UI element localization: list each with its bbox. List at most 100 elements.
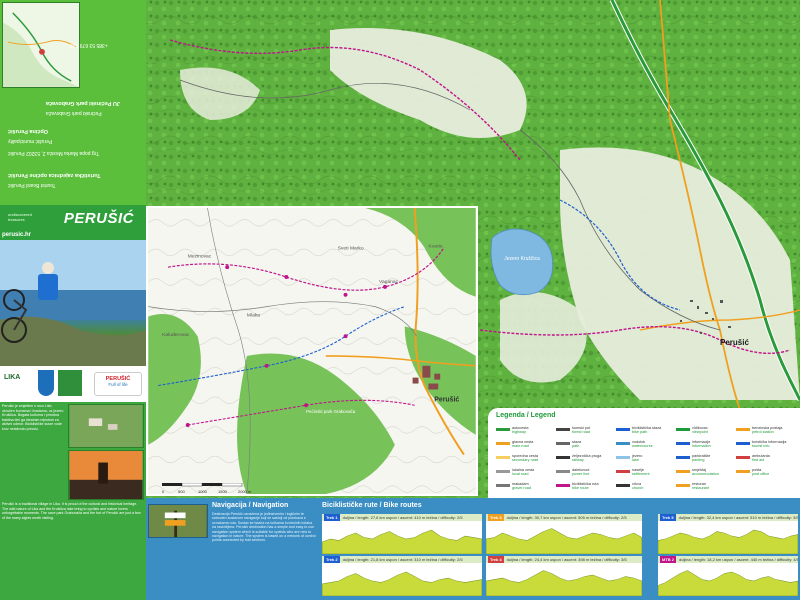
town-label: Perušić <box>720 338 749 347</box>
elevation-profile: Trek 3 duljina / length: 30,7 km uspon / … <box>486 514 642 554</box>
legend-swatch <box>616 456 630 459</box>
svg-text:1000: 1000 <box>198 489 208 494</box>
legend-item-label-en: information <box>692 444 711 449</box>
legend-item-label: lokalna cesta local road <box>512 468 556 477</box>
description-en: Perušić is a traditional village in Lika… <box>2 502 141 520</box>
legend-item-label: benzinska postaja petrol station <box>752 426 796 435</box>
track-label: Trek 5 <box>660 514 676 521</box>
legend-item-label: pošta post office <box>752 468 796 477</box>
legend-item-label-en: first aid <box>752 458 765 463</box>
place-label: Sveti Marko <box>338 245 364 251</box>
profile-area <box>322 571 482 596</box>
track-stats: duljina / length: 24,4 km uspon / ascent… <box>506 557 627 562</box>
legend-title: Legenda / Legend <box>496 412 556 419</box>
info-panel-header: +385 53 679 188 JU Pećinski park Grabova… <box>0 0 146 205</box>
legend-item-label: crkva church <box>632 482 676 491</box>
track-stats: duljina / length: 30,7 km uspon / ascent… <box>506 515 627 520</box>
navigation-title: Navigacija / Navigation <box>212 502 289 509</box>
legend-item-label-en: gravel road <box>512 486 531 491</box>
legend-swatch <box>736 470 750 473</box>
tourist-board-name: Turistička zajednica općine Perušić <box>8 172 101 178</box>
website-link[interactable]: perusic.hr <box>2 232 31 238</box>
sunset-fort-photo <box>68 450 144 500</box>
profile-header: Trek 2 duljina / length: 21,8 km uspon / … <box>322 556 482 563</box>
legend-item-label: glavna cesta main road <box>512 440 556 449</box>
description-panel: Perušić je smješten u srcu Like, okružen… <box>0 402 146 600</box>
tourist-board-name-en: Tourist Board Perušić <box>8 182 56 188</box>
track-label: Trek 4 <box>488 556 504 563</box>
legend-item-label-en: main road <box>512 444 529 449</box>
legend-item-label-en: watercourse <box>632 444 653 449</box>
legend-item-label: restoran restaurant <box>692 482 736 491</box>
profile-chart <box>322 571 482 596</box>
legend-item-label: željeznička pruga railway <box>572 454 616 463</box>
legend-swatch <box>556 470 570 473</box>
profile-header: Trek 4 duljina / length: 24,4 km uspon / … <box>486 556 642 563</box>
elevation-profile: MTB 2 duljina / length: 18,2 km uspon / a… <box>658 556 798 596</box>
elevation-profile: Trek 1 duljina / length: 27,6 km uspon / … <box>322 514 482 554</box>
place-label: Kvarte <box>428 243 442 249</box>
elevation-profile: Trek 4 duljina / length: 24,4 km uspon / … <box>486 556 642 596</box>
scale-bar: 0 500 1000 1500 2000 m <box>160 482 270 494</box>
partner-logos: LIKA PERUŠIĆ Full of life <box>0 366 146 402</box>
contact-phone: +385 53 679 188 <box>70 42 108 48</box>
legend-item-label-en: bike route <box>572 486 589 491</box>
track-stats: duljina / length: 32,4 km uspon / ascent… <box>678 515 798 520</box>
legend-swatch <box>496 470 510 473</box>
inset-town-label: Perušić <box>434 396 459 403</box>
place-label: Vaganac <box>379 279 399 285</box>
heritage-icon <box>58 370 82 396</box>
legend-swatch <box>496 428 510 431</box>
legend-item-label-en: accommodation <box>692 472 719 477</box>
brand-logo: PERUŠIĆ <box>63 210 134 227</box>
municipality-name: Općina Perušić <box>8 128 49 134</box>
town-aerial-photo <box>68 404 144 448</box>
legend-swatch <box>676 470 690 473</box>
cave-park-name: JU Pećinski park Grabovača <box>46 100 120 106</box>
profile-area <box>486 528 642 554</box>
navigation-and-routes-band: Navigacija / Navigation Destinacija Peru… <box>146 498 800 600</box>
track-label: Trek 2 <box>324 556 340 563</box>
description-hr: Perušić je smješten u srcu Like, okružen… <box>2 404 64 431</box>
legend-item-label-en: railway <box>572 458 584 463</box>
legend-item-label: vidikovac viewpoint <box>692 426 736 435</box>
legend-item-label-en: petrol station <box>752 430 774 435</box>
legend-item-label-en: secondary road <box>512 458 539 463</box>
info-panel: +385 53 679 188 JU Pećinski park Grabova… <box>0 0 146 600</box>
profile-chart <box>658 570 798 596</box>
legend-item-label-en: tourist info <box>752 444 770 449</box>
legend-item-label-en: restaurant <box>692 486 710 491</box>
legend-swatch <box>556 484 570 487</box>
legend-swatch <box>676 428 690 431</box>
legend-item-label: vodotok watercourse <box>632 440 676 449</box>
legend-item-label: parkiralište parking <box>692 454 736 463</box>
legend-item-label-en: bike path <box>632 430 648 435</box>
track-stats: duljina / length: 21,8 km uspon / ascent… <box>342 557 463 562</box>
overview-minimap <box>2 2 80 88</box>
track-label: Trek 1 <box>324 514 340 521</box>
legend-item-label: sporedna cesta secondary road <box>512 454 556 463</box>
brand-tagline: undiscovered treasures <box>8 212 32 222</box>
legend-item-label: šumski put forest road <box>572 426 616 435</box>
place-label: Mezinovac <box>188 253 212 259</box>
legend-item-label: makadam gravel road <box>512 482 556 491</box>
profile-header: MTB 2 duljina / length: 18,2 km uspon / a… <box>658 556 798 563</box>
legend-item-label: ambulanta first aid <box>752 454 796 463</box>
elevation-profile: Trek 2 duljina / length: 21,8 km uspon / … <box>322 556 482 596</box>
legend-swatch <box>676 456 690 459</box>
legend-item-label-en: viewpoint <box>692 430 708 435</box>
profile-chart <box>322 529 482 554</box>
profile-area <box>658 570 798 596</box>
profile-area <box>486 570 642 596</box>
legend-item-label: biciklistička staza bike path <box>632 426 676 435</box>
legend-item-label-en: post office <box>752 472 770 477</box>
inset-detail-map[interactable]: Perušić Sveti Marko Kvarte Mezinovac Kal… <box>146 206 478 496</box>
legend-item-label: turistička informacija tourist info <box>752 440 796 449</box>
legend-swatch <box>556 442 570 445</box>
svg-text:500: 500 <box>178 489 185 494</box>
legend-swatch <box>736 456 750 459</box>
profile-area <box>658 529 798 554</box>
lake-label: Jezero Kruščica <box>504 256 540 262</box>
track-stats: duljina / length: 27,6 km uspon / ascent… <box>342 515 463 520</box>
legend-item-label: informacije information <box>692 440 736 449</box>
